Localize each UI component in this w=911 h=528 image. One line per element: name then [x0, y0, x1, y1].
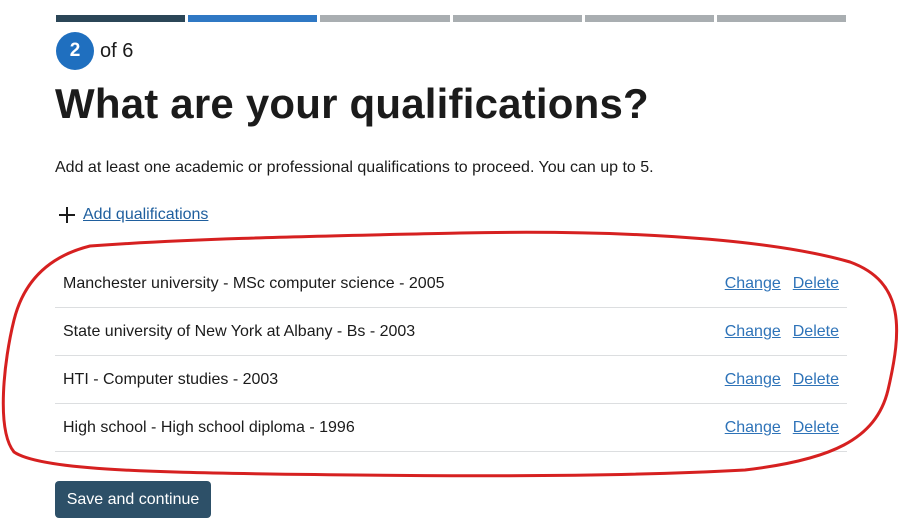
delete-link[interactable]: Delete — [793, 371, 839, 389]
step-indicator: 2 of 6 — [56, 32, 133, 70]
change-link[interactable]: Change — [725, 323, 781, 341]
qualification-text: Manchester university - MSc computer sci… — [63, 274, 445, 292]
list-item: HTI - Computer studies - 2003 Change Del… — [55, 356, 847, 404]
step-number-badge: 2 — [56, 32, 94, 70]
qualification-text: High school - High school diploma - 1996 — [63, 418, 355, 436]
progress-segment-5 — [584, 15, 714, 22]
delete-link[interactable]: Delete — [793, 275, 839, 293]
intro-text: Add at least one academic or professiona… — [55, 159, 654, 176]
step-of-label: of 6 — [100, 39, 134, 62]
page: 2 of 6 What are your qualifications? Add… — [0, 0, 911, 528]
progress-segment-6 — [716, 15, 847, 22]
plus-icon — [58, 206, 76, 224]
qualifications-list: Manchester university - MSc computer sci… — [55, 260, 847, 452]
save-and-continue-button[interactable]: Save and continue — [55, 481, 211, 518]
list-item: State university of New York at Albany -… — [55, 308, 847, 356]
page-title: What are your qualifications? — [55, 80, 649, 127]
row-actions: Change Delete — [725, 371, 839, 389]
change-link[interactable]: Change — [725, 275, 781, 293]
row-actions: Change Delete — [725, 323, 839, 341]
progress-bar — [56, 15, 847, 22]
add-qualifications-link[interactable]: Add qualifications — [58, 206, 208, 224]
row-actions: Change Delete — [725, 275, 839, 293]
change-link[interactable]: Change — [725, 371, 781, 389]
delete-link[interactable]: Delete — [793, 323, 839, 341]
qualification-text: State university of New York at Albany -… — [63, 322, 416, 340]
change-link[interactable]: Change — [725, 419, 781, 437]
add-qualifications-label: Add qualifications — [83, 206, 209, 223]
progress-segment-3 — [320, 15, 450, 22]
progress-segment-1 — [56, 15, 186, 22]
progress-segment-4 — [452, 15, 582, 22]
progress-segment-2 — [188, 15, 318, 22]
list-item: Manchester university - MSc computer sci… — [55, 260, 847, 308]
delete-link[interactable]: Delete — [793, 419, 839, 437]
row-actions: Change Delete — [725, 419, 839, 437]
list-item: High school - High school diploma - 1996… — [55, 404, 847, 452]
qualification-text: HTI - Computer studies - 2003 — [63, 370, 279, 388]
